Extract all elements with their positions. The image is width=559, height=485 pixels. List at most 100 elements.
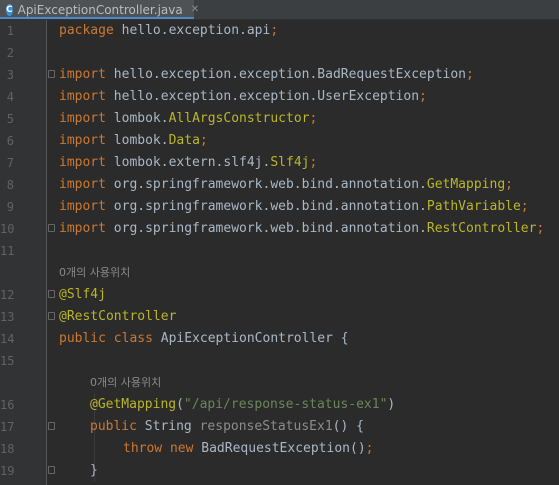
keyword: public class bbox=[59, 331, 153, 346]
code-text: import org.springframework.web.bind.anno… bbox=[59, 218, 544, 240]
semicolon: ; bbox=[199, 133, 208, 148]
code-text: import hello.exception.exception.UserExc… bbox=[59, 86, 427, 108]
semicolon: ; bbox=[466, 67, 474, 82]
closing-brace: } bbox=[90, 463, 98, 478]
import-package: hello.exception.exception. bbox=[105, 67, 318, 82]
line-number: 14 bbox=[0, 332, 15, 346]
line-number: 19 bbox=[0, 464, 15, 478]
keyword: public bbox=[90, 419, 137, 434]
code-text: import lombok.extern.slf4j.Slf4j; bbox=[59, 152, 317, 174]
package-name: hello.exception.api bbox=[113, 23, 271, 38]
code-text: import lombok.AllArgsConstructor; bbox=[59, 108, 317, 130]
keyword: import bbox=[59, 111, 106, 126]
method-name: responseStatusEx1 bbox=[199, 419, 333, 434]
semicolon: ; bbox=[309, 111, 318, 126]
fold-marker-icon[interactable] bbox=[48, 224, 55, 232]
code-editor[interactable]: 1 package hello.exception.api; 2 3 impor… bbox=[0, 20, 559, 485]
import-class: RestController bbox=[426, 221, 537, 236]
code-line: 10 import org.springframework.web.bind.a… bbox=[0, 218, 559, 240]
fold-marker-icon[interactable] bbox=[48, 466, 55, 474]
code-text: import org.springframework.web.bind.anno… bbox=[59, 196, 529, 218]
return-type: String bbox=[136, 419, 200, 434]
annotation: @RestController bbox=[59, 309, 177, 324]
code-line: 2 bbox=[0, 42, 559, 64]
code-line: 18 throw new BadRequestException(); bbox=[0, 438, 559, 460]
java-class-icon: C bbox=[6, 3, 13, 16]
code-line: 17 public String responseStatusEx1() { bbox=[0, 416, 559, 438]
code-text: @RestController bbox=[59, 306, 176, 328]
line-number: 16 bbox=[0, 398, 15, 412]
annotation: @GetMapping bbox=[90, 397, 177, 412]
semicolon: ; bbox=[520, 199, 529, 214]
annotation: @Slf4j bbox=[59, 287, 106, 302]
semicolon: ; bbox=[309, 155, 318, 170]
line-number: 7 bbox=[6, 156, 14, 170]
keyword: throw new bbox=[123, 441, 194, 456]
active-tab-indicator bbox=[0, 17, 194, 19]
fold-marker-icon[interactable] bbox=[48, 290, 55, 298]
code-line: 8 import org.springframework.web.bind.an… bbox=[0, 174, 559, 196]
usages-hint[interactable]: 0개의 사용위치 bbox=[90, 372, 161, 394]
string-literal: "/api/response-status-ex1" bbox=[183, 397, 388, 412]
line-number: 11 bbox=[0, 244, 15, 258]
line-number: 5 bbox=[6, 112, 14, 126]
code-line: 13 @RestController bbox=[0, 306, 559, 328]
import-class: PathVariable bbox=[426, 199, 521, 214]
import-package: lombok. bbox=[105, 133, 169, 148]
code-text: import hello.exception.exception.BadRequ… bbox=[59, 64, 474, 86]
semicolon: ; bbox=[536, 221, 545, 236]
code-text: import lombok.Data; bbox=[59, 130, 208, 152]
editor-tab-bar: C ApiExceptionController.java ✕ bbox=[0, 0, 559, 20]
class-declaration: ApiExceptionController { bbox=[152, 331, 349, 346]
code-line: 4 import hello.exception.exception.UserE… bbox=[0, 86, 559, 108]
code-line: 9 import org.springframework.web.bind.an… bbox=[0, 196, 559, 218]
semicolon: ; bbox=[270, 23, 279, 38]
code-line: 11 bbox=[0, 240, 559, 262]
line-number: 10 bbox=[0, 222, 15, 236]
import-class: AllArgsConstructor bbox=[168, 111, 310, 126]
paren: ( bbox=[176, 397, 184, 412]
code-text: throw new BadRequestException(); bbox=[123, 438, 373, 460]
code-line: 1 package hello.exception.api; bbox=[0, 20, 559, 42]
fold-marker-icon[interactable] bbox=[48, 312, 55, 320]
keyword: import bbox=[59, 133, 106, 148]
code-line: 6 import lombok.Data; bbox=[0, 130, 559, 152]
fold-marker-icon[interactable] bbox=[48, 70, 55, 78]
close-icon[interactable]: ✕ bbox=[191, 4, 199, 15]
code-text: public class ApiExceptionController { bbox=[59, 328, 349, 350]
line-number: 13 bbox=[0, 310, 15, 324]
line-number: 9 bbox=[6, 200, 14, 214]
code-text: package hello.exception.api; bbox=[59, 20, 278, 42]
tab-filename: ApiExceptionController.java bbox=[17, 2, 183, 17]
code-text: } bbox=[90, 460, 98, 482]
method-signature: () { bbox=[332, 419, 364, 434]
keyword: import bbox=[59, 221, 106, 236]
line-number: 2 bbox=[6, 46, 14, 60]
line-number: 1 bbox=[6, 24, 14, 38]
constructor-call: BadRequestException() bbox=[193, 441, 366, 456]
import-class: BadRequestException bbox=[317, 67, 467, 82]
line-number: 8 bbox=[6, 178, 14, 192]
import-class: GetMapping bbox=[426, 177, 506, 192]
keyword: import bbox=[59, 155, 106, 170]
usages-hint[interactable]: 0개의 사용위치 bbox=[59, 262, 130, 284]
editor-tab-api-exception-controller[interactable]: C ApiExceptionController.java ✕ bbox=[0, 0, 199, 19]
line-number: 18 bbox=[0, 442, 15, 456]
import-package: org.springframework.web.bind.annotation. bbox=[105, 199, 427, 214]
code-line: 5 import lombok.AllArgsConstructor; bbox=[0, 108, 559, 130]
fold-marker-icon[interactable] bbox=[48, 422, 55, 430]
semicolon: ; bbox=[505, 177, 513, 192]
code-line: 19 } bbox=[0, 460, 559, 482]
import-class: Slf4j bbox=[270, 155, 310, 170]
code-text: @Slf4j bbox=[59, 284, 106, 306]
line-number: 17 bbox=[0, 420, 15, 434]
import-class: UserException bbox=[317, 89, 420, 104]
code-text: import org.springframework.web.bind.anno… bbox=[59, 174, 513, 196]
code-line: 14 public class ApiExceptionController { bbox=[0, 328, 559, 350]
keyword: import bbox=[59, 89, 106, 104]
import-package: org.springframework.web.bind.annotation. bbox=[105, 221, 427, 236]
keyword: import bbox=[59, 67, 106, 82]
code-text: @GetMapping("/api/response-status-ex1") bbox=[90, 394, 395, 416]
semicolon: ; bbox=[419, 89, 427, 104]
semicolon: ; bbox=[365, 441, 374, 456]
